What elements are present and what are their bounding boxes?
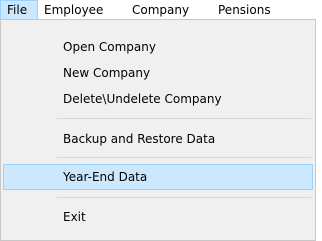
menu-company[interactable]: Company [126,0,195,20]
menu-file[interactable]: File [0,0,38,20]
menu-employee[interactable]: Employee [38,0,109,20]
menu-item-exit[interactable]: Exit [3,204,313,230]
menu-item-new-company[interactable]: New Company [3,60,313,86]
menu-separator [57,197,311,198]
menu-separator [57,118,311,119]
menu-item-open-company[interactable]: Open Company [3,34,313,60]
menu-item-delete-undelete-company[interactable]: Delete\Undelete Company [3,86,313,112]
menu-pensions[interactable]: Pensions [212,0,277,20]
menu-item-year-end-data[interactable]: Year-End Data [3,164,313,190]
menu-bar: File Employee Company Pensions [0,0,322,20]
menu-item-backup-restore-data[interactable]: Backup and Restore Data [3,126,313,152]
menu-separator [57,157,311,158]
file-dropdown-menu: Open Company New Company Delete\Undelete… [0,19,316,241]
